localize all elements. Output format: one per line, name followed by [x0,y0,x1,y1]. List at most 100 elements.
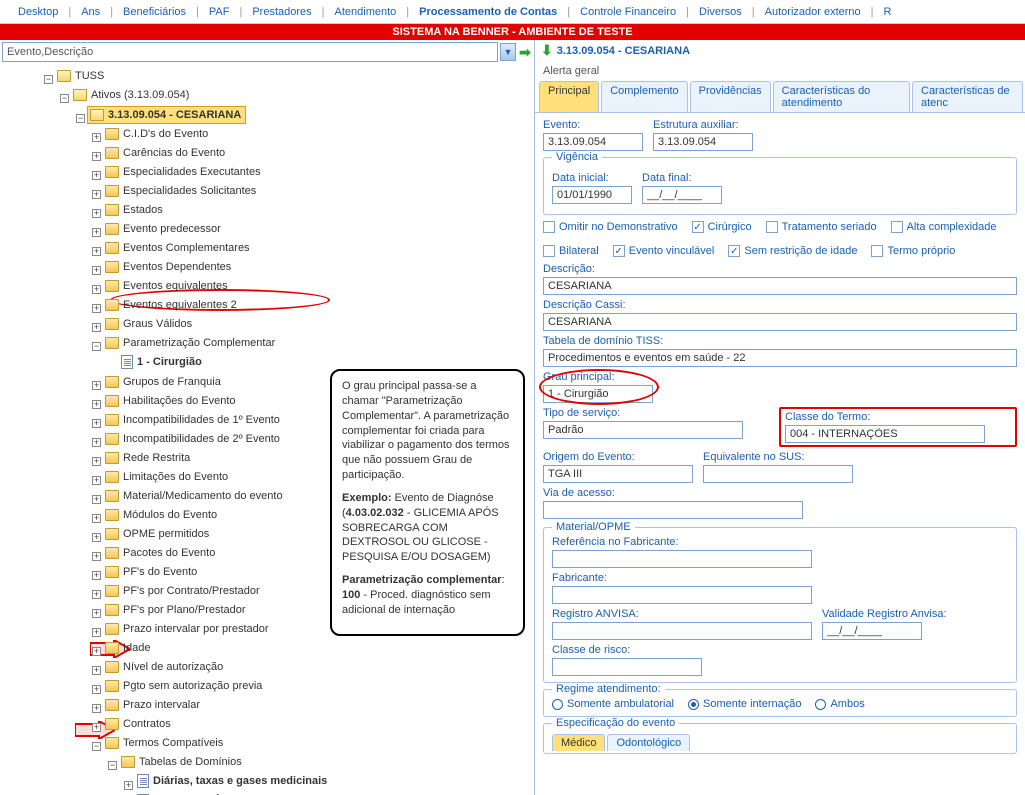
tree-item[interactable]: Rede Restrita [121,450,192,466]
expander-icon[interactable]: + [92,590,101,599]
tree-item[interactable]: Carências do Evento [121,145,227,161]
tab-complemento[interactable]: Complemento [601,81,687,112]
expander-icon[interactable]: + [124,781,133,790]
val-anvisa-input[interactable] [822,622,922,640]
tree-item[interactable]: Tabelas de Domínios [137,754,244,770]
tree-item[interactable]: Eventos equivalentes 2 [121,297,239,313]
tree-view[interactable]: O grau principal passa-se a chamar "Para… [0,64,534,795]
tab-providencias[interactable]: Providências [690,81,771,112]
checkbox-sem-restri-o-de-idade[interactable]: ✓Sem restrição de idade [728,245,857,257]
tree-item[interactable]: Pgto sem autorização previa [121,678,264,694]
tree-item[interactable]: OPME permitidos [121,526,211,542]
expander-icon[interactable]: + [92,323,101,332]
classe-input[interactable] [785,425,985,443]
tree-item[interactable]: Evento predecessor [121,221,223,237]
expander-icon[interactable]: + [92,533,101,542]
data-final-input[interactable] [642,186,722,204]
tree-item[interactable]: Especialidades Solicitantes [121,183,258,199]
expander-icon[interactable]: + [92,704,101,713]
tree-item[interactable]: Prazo intervalar por prestador [121,621,271,637]
expander-icon[interactable]: + [92,571,101,580]
tree-item[interactable]: Graus Válidos [121,316,194,332]
expander-icon[interactable]: − [108,761,117,770]
grau-input[interactable] [543,385,653,403]
tabela-tiss-value[interactable]: Procedimentos e eventos em saúde - 22 [543,349,1017,367]
tree-item[interactable]: Prazo intervalar [121,697,202,713]
menu-processamento[interactable]: Processamento de Contas [411,2,565,22]
expander-icon[interactable]: − [60,94,69,103]
via-input[interactable] [543,501,803,519]
menu-controle-financeiro[interactable]: Controle Financeiro [572,2,684,22]
expander-icon[interactable]: + [92,381,101,390]
tab-principal[interactable]: Principal [539,81,599,112]
tree-item[interactable]: PF's por Contrato/Prestador [121,583,262,599]
menu-autorizador[interactable]: Autorizador externo [757,2,869,22]
menu-desktop[interactable]: Desktop [10,2,66,22]
radio-regime-2[interactable]: Ambos [815,698,864,710]
radio-regime-1[interactable]: Somente internação [688,698,801,710]
expander-icon[interactable]: + [92,133,101,142]
expander-icon[interactable]: + [92,228,101,237]
evento-input[interactable] [543,133,643,151]
tree-item[interactable]: Eventos equivalentes [121,278,230,294]
subtab-odonto[interactable]: Odontológico [607,734,690,751]
descricao-input[interactable] [543,277,1017,295]
tree-tuss[interactable]: TUSS [73,68,106,84]
reg-anvisa-input[interactable] [552,622,812,640]
tree-item[interactable]: Estados [121,202,165,218]
tree-selected[interactable]: 3.13.09.054 - CESARIANA [106,107,243,123]
checkbox-omitir-no-demonstrativo[interactable]: Omitir no Demonstrativo [543,221,678,233]
expander-icon[interactable]: + [92,304,101,313]
tree-item[interactable]: PF's do Evento [121,564,199,580]
ref-fab-input[interactable] [552,550,812,568]
expander-icon[interactable]: + [92,209,101,218]
tree-item[interactable]: Material/Medicamento do evento [121,488,285,504]
expander-icon[interactable]: − [92,342,101,351]
tab-caracteristicas[interactable]: Características do atendimento [773,81,910,112]
expander-icon[interactable]: + [92,609,101,618]
expander-icon[interactable]: + [92,152,101,161]
tree-item[interactable]: Idade [121,640,153,656]
tree-ativos[interactable]: Ativos (3.13.09.054) [89,87,191,103]
descricao-cassi-input[interactable] [543,313,1017,331]
expander-icon[interactable]: + [92,514,101,523]
expander-icon[interactable]: + [92,457,101,466]
nav-right-icon[interactable]: ➡ [518,42,532,62]
search-combo[interactable]: Evento,Descrição [2,42,498,62]
tree-item[interactable]: Nível de autorização [121,659,225,675]
classe-risco-input[interactable] [552,658,702,676]
tree-item[interactable]: Habilitações do Evento [121,393,238,409]
tree-item[interactable]: Incompatibilidades de 2º Evento [121,431,282,447]
expander-icon[interactable]: + [92,495,101,504]
radio-regime-0[interactable]: Somente ambulatorial [552,698,674,710]
menu-prestadores[interactable]: Prestadores [244,2,319,22]
tree-item[interactable]: C.I.D's do Evento [121,126,210,142]
menu-atendimento[interactable]: Atendimento [327,2,405,22]
expander-icon[interactable]: + [92,685,101,694]
checkbox-bilateral[interactable]: Bilateral [543,245,599,257]
expander-icon[interactable]: + [92,552,101,561]
tree-item[interactable]: PF's por Plano/Prestador [121,602,248,618]
tree-item[interactable]: Eventos Dependentes [121,259,233,275]
tree-item[interactable]: Diárias, taxas e gases medicinais [151,773,329,789]
menu-beneficiarios[interactable]: Beneficiários [115,2,194,22]
expander-icon[interactable]: + [92,247,101,256]
equiv-input[interactable] [703,465,853,483]
checkbox-termo-pr-prio[interactable]: Termo próprio [871,245,955,257]
tree-item[interactable]: Eventos Complementares [121,240,252,256]
tree-item[interactable]: Especialidades Executantes [121,164,263,180]
expander-icon[interactable]: + [92,190,101,199]
estrutura-input[interactable] [653,133,753,151]
menu-ans[interactable]: Ans [73,2,108,22]
tree-item[interactable]: Incompatibilidades de 1º Evento [121,412,282,428]
tree-item[interactable]: Módulos do Evento [121,507,219,523]
menu-r[interactable]: R [876,2,900,22]
expander-icon[interactable]: + [92,666,101,675]
expander-icon[interactable]: + [92,419,101,428]
expander-icon[interactable]: − [76,114,85,123]
origem-input[interactable] [543,465,693,483]
subtab-medico[interactable]: Médico [552,734,605,751]
expander-icon[interactable]: + [92,628,101,637]
checkbox-tratamento-seriado[interactable]: Tratamento seriado [766,221,877,233]
data-inicial-input[interactable] [552,186,632,204]
